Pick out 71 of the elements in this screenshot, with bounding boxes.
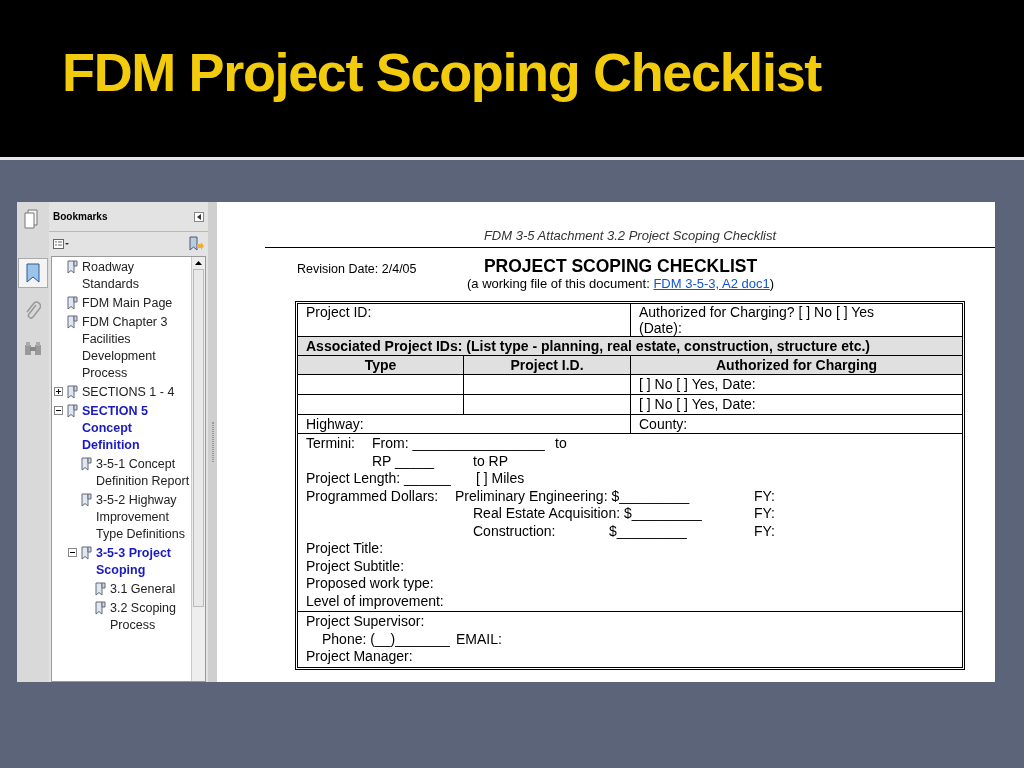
bookmark-icon	[95, 582, 106, 596]
form-label: FY:	[754, 505, 775, 522]
bookmark-icon	[81, 457, 92, 471]
table-cell: Highway:	[298, 415, 631, 433]
bookmark-item[interactable]: 3-5-1 Concept Definition Report	[96, 456, 191, 490]
form-label: FY:	[754, 522, 775, 540]
bookmark-icon	[67, 260, 78, 274]
scroll-up-icon[interactable]	[195, 261, 202, 265]
form-label: Project Manager:	[306, 648, 413, 665]
table-cell: Project ID:	[298, 304, 631, 336]
bookmark-icon-tab[interactable]	[18, 258, 48, 288]
bookmark-item[interactable]: 3-5-3 Project Scoping	[96, 545, 191, 579]
column-header: Project I.D.	[464, 356, 631, 374]
form-label: Real Estate Acquisition: $_________	[473, 505, 702, 522]
bookmark-icon	[67, 385, 78, 399]
table-cell-text: [ ] No [ ] Yes, Date:	[638, 375, 757, 394]
form-label: Project Title:	[306, 540, 384, 557]
bookmark-item[interactable]: Roadway Standards	[82, 259, 191, 293]
options-icon[interactable]	[53, 239, 69, 249]
document-subtitle: (a working file of this document: FDM 3-5-3, A2 doc1)	[467, 276, 775, 292]
bookmark-item[interactable]: 3-5-2 Highway Improvement Type Definitions	[96, 492, 191, 543]
bookmark-icon	[26, 263, 40, 283]
collapse-panel-button[interactable]	[194, 211, 204, 222]
form-label: Termini:	[306, 435, 355, 452]
document-link[interactable]: FDM 3-5-3, A2 doc1	[653, 276, 770, 291]
table-cell-text: [ ] No [ ] Yes, Date:	[638, 395, 757, 414]
expand-icon[interactable]	[54, 387, 63, 396]
binoculars-icon	[24, 341, 42, 357]
paperclip-icon	[25, 301, 41, 321]
form-label: to RP	[473, 452, 508, 470]
form-label: From: _________________	[372, 435, 545, 452]
form-label: Programmed Dollars:	[306, 487, 439, 505]
bookmark-add-icon[interactable]	[188, 236, 204, 252]
bookmark-icon	[95, 601, 106, 615]
form-label: Project Supervisor:	[306, 613, 425, 630]
form-label: FY:	[754, 487, 775, 505]
form-label: Construction:	[473, 522, 556, 540]
bookmark-icon	[81, 546, 92, 560]
section-heading: Associated Project IDs: (List type - planning, real estate, construction, structure etc.)	[298, 337, 962, 355]
bookmark-icon	[67, 296, 78, 310]
scrollbar[interactable]	[191, 257, 205, 681]
bookmark-item[interactable]: 3.2 Scoping Process	[110, 600, 191, 634]
collapse-icon[interactable]	[68, 548, 77, 557]
bookmark-item[interactable]: SECTION 5 Concept Definition	[82, 403, 191, 454]
form-label: Preliminary Engineering: $_________	[455, 487, 690, 505]
form-label: $_________	[609, 522, 687, 540]
revision-date: Revision Date: 2/4/05	[297, 261, 418, 278]
form-label: Project Length: ______	[306, 470, 451, 487]
form-label: Project Subtitle:	[306, 557, 405, 575]
panel-title: Bookmarks	[53, 210, 108, 224]
bookmark-item[interactable]: SECTIONS 1 - 4	[82, 384, 175, 401]
bookmark-icon	[81, 493, 92, 507]
column-header: Authorized for Charging	[631, 356, 962, 374]
form-label: Level of improvement:	[306, 592, 444, 610]
form-label: [ ] Miles	[476, 470, 525, 487]
collapse-icon[interactable]	[54, 406, 63, 415]
bookmark-item[interactable]: FDM Main Page	[82, 295, 173, 312]
form-label: Phone: (__)_______	[322, 630, 450, 648]
form-label: RP _____	[372, 452, 434, 470]
bookmark-item[interactable]: 3.1 General	[110, 581, 176, 598]
bookmark-item[interactable]: FDM Chapter 3 Facilities Development Process	[82, 314, 191, 382]
column-header: Type	[298, 356, 464, 374]
document-title: PROJECT SCOPING CHECKLIST	[483, 256, 758, 276]
form-label: Proposed work type:	[306, 575, 434, 592]
form-label: to	[555, 435, 567, 452]
running-header: FDM 3-5 Attachment 3.2 Project Scoping Checklist	[483, 228, 777, 243]
bookmark-icon	[67, 404, 78, 418]
bookmark-icon	[67, 315, 78, 329]
form-label: EMAIL:	[456, 630, 502, 648]
table-cell-text: Authorized for Charging? [ ] No [ ] Yes (Date):	[638, 304, 876, 336]
table-cell-text: County:	[638, 415, 689, 433]
